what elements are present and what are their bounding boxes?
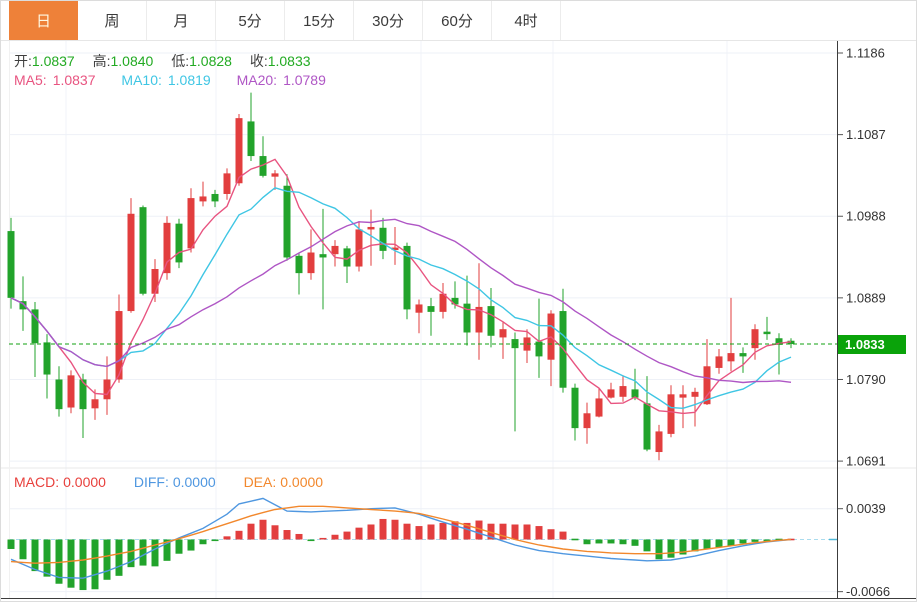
price-axis-tick: 1.1087 xyxy=(846,127,886,142)
macd-label: MACD: xyxy=(14,474,60,490)
ma10-value: 1.0819 xyxy=(167,72,211,88)
candlesticks xyxy=(7,92,795,461)
close-label: 收: xyxy=(249,53,268,69)
tab-month[interactable]: 月 xyxy=(147,1,216,40)
tab-15min[interactable]: 15分 xyxy=(285,1,354,40)
macd-axis-tick: -0.0066 xyxy=(846,584,890,599)
gridlines xyxy=(1,41,916,599)
tab-5min[interactable]: 5分 xyxy=(216,1,285,40)
high-label: 高: xyxy=(92,53,111,69)
dea-label: DEA: xyxy=(243,474,277,490)
price-axis-tick: 1.0691 xyxy=(846,454,886,469)
macd-axis-tick: 0.0039 xyxy=(846,501,886,516)
ma5-label: MA5: xyxy=(14,72,47,88)
high-value: 1.0840 xyxy=(110,53,154,69)
ma5-value: 1.0837 xyxy=(52,72,96,88)
ma10-label: MA10: xyxy=(121,72,162,88)
trading-chart-app: 日周月 5分 15分 30分 60分 4时 1.1186 1.1087 1.0988 1.088… xyxy=(0,0,917,602)
low-value: 1.0828 xyxy=(189,53,232,69)
plot-data xyxy=(7,92,837,591)
ma20-label: MA20: xyxy=(236,72,278,88)
macd-histogram xyxy=(7,518,795,591)
ohlc-readout: 开:1.0837 高:1.0840 低:1.0828 收:1.0833 xyxy=(14,51,325,71)
price-axis-tick: 1.0790 xyxy=(846,372,886,387)
close-value: 1.0833 xyxy=(267,53,311,69)
open-value: 1.0837 xyxy=(31,53,75,69)
timeframe-tabbar: 日周月 5分 15分 30分 60分 4时 xyxy=(1,1,916,41)
tab-week[interactable]: 周 xyxy=(78,1,147,40)
tab-day[interactable]: 日 xyxy=(9,1,78,40)
open-label: 开: xyxy=(14,53,32,69)
tab-30min[interactable]: 30分 xyxy=(354,1,423,40)
axes: 1.1186 1.1087 1.0988 1.0889 1.0790 1.0691 0.00… xyxy=(1,41,916,599)
macd-legend: MACD: 0.0000 DIFF: 0.0000 DEA: 0.0000 xyxy=(14,474,327,490)
ma20-value: 1.0789 xyxy=(283,72,326,88)
candlestick-and-macd-chart[interactable]: 1.1186 1.1087 1.0988 1.0889 1.0790 1.0691 0.00… xyxy=(1,41,917,602)
diff-value: 0.0000 xyxy=(172,474,216,490)
price-axis-tick: 1.0988 xyxy=(846,209,886,224)
price-axis-tick: 1.0889 xyxy=(846,290,886,305)
macd-value: 0.0000 xyxy=(63,474,106,490)
price-axis-tick: 1.1186 xyxy=(846,46,885,61)
chart-area[interactable]: 1.1186 1.1087 1.0988 1.0889 1.0790 1.0691 0.00… xyxy=(1,41,917,602)
tab-4hour[interactable]: 4时 xyxy=(492,1,561,40)
ma-legend: MA5: 1.0837 MA10: 1.0819 MA20: 1.0789 xyxy=(14,72,332,88)
tab-60min[interactable]: 60分 xyxy=(423,1,492,40)
low-label: 低: xyxy=(171,53,190,69)
dea-value: 0.0000 xyxy=(280,474,324,490)
diff-label: DIFF: xyxy=(133,474,169,490)
current-price-tag: 1.0833 xyxy=(838,335,906,354)
